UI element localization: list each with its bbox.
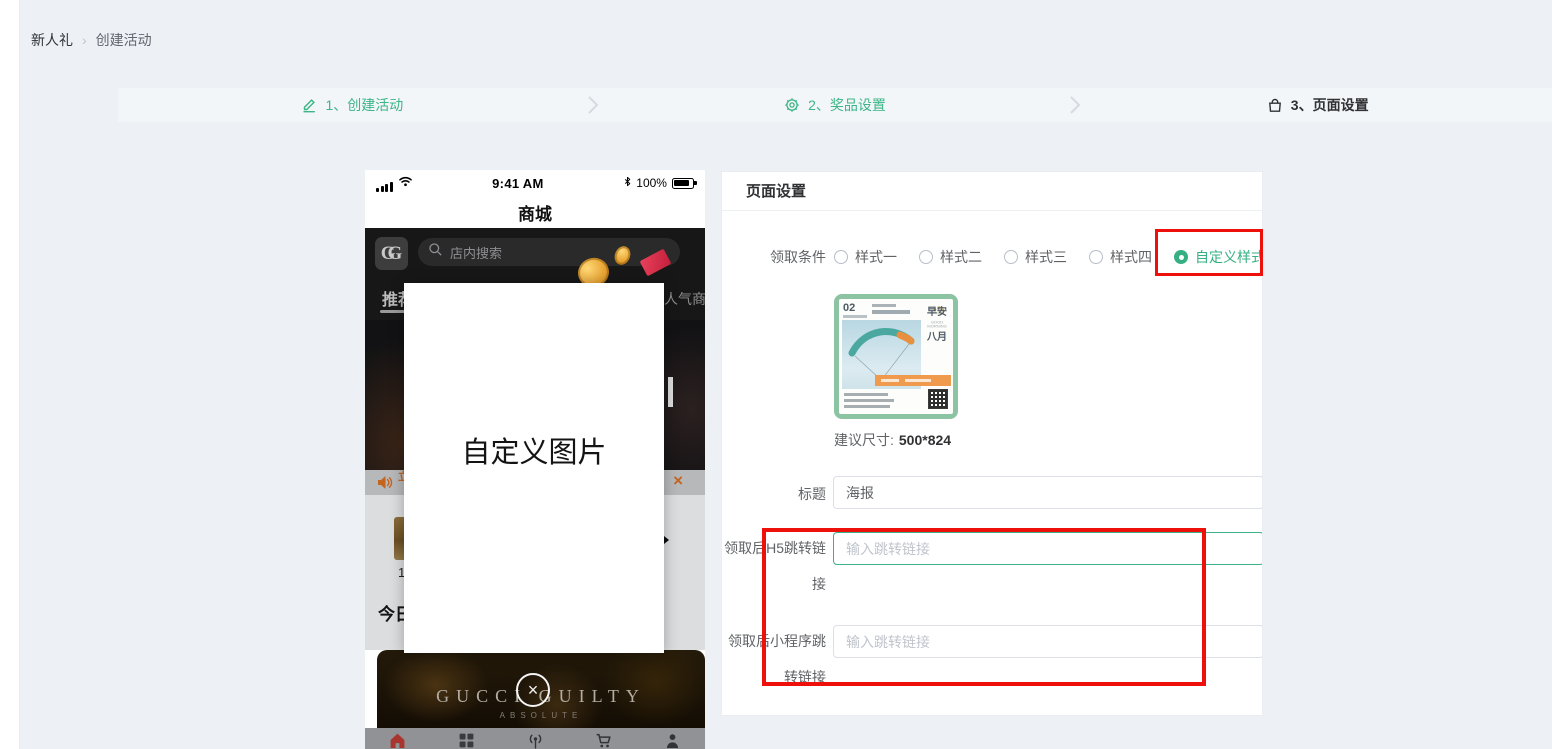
search-icon bbox=[428, 242, 443, 262]
radio-label: 样式二 bbox=[940, 247, 982, 267]
radio-custom-style[interactable]: 自定义样式 bbox=[1174, 247, 1263, 267]
step-create-activity[interactable]: 1、创建活动 bbox=[118, 95, 587, 115]
miniprogram-link-input[interactable] bbox=[833, 625, 1263, 658]
custom-image-modal: 自定义图片 bbox=[404, 283, 664, 653]
radio-label: 样式一 bbox=[855, 247, 897, 267]
app-title: 商城 bbox=[365, 196, 705, 228]
gear-icon bbox=[784, 97, 800, 113]
radio-style-3[interactable]: 样式三 bbox=[1004, 247, 1067, 267]
pencil-icon bbox=[301, 97, 317, 113]
phone-preview: 9:41 AM 100% 商城 GG 店内搜索 推荐 人气商 bbox=[365, 170, 705, 749]
title-field-label: 标题 bbox=[722, 476, 826, 512]
banner-text-fragment bbox=[668, 377, 673, 407]
poster-day: 02 bbox=[843, 303, 855, 314]
modal-close-button[interactable]: × bbox=[516, 673, 550, 707]
h5-link-label: 领取后H5跳转链接 bbox=[722, 530, 826, 602]
poster-greeting-month: 八月 bbox=[925, 332, 949, 343]
breadcrumb-item-gift[interactable]: 新人礼 bbox=[31, 30, 73, 50]
poster-greeting-column: 早安 GOOD MORNING 八月 bbox=[925, 307, 949, 343]
phone-tab-bar bbox=[365, 728, 705, 749]
breadcrumb-item-create: 创建活动 bbox=[96, 30, 152, 50]
status-time: 9:41 AM bbox=[492, 176, 543, 191]
gucci-banner-subtitle: ABSOLUTE bbox=[500, 711, 583, 720]
categories-tab-icon[interactable] bbox=[458, 732, 475, 749]
page: 新人礼 › 创建活动 1、创建活动 2、奖品设置 3、页面设置 9:41 AM bbox=[0, 0, 1552, 749]
radio-style-1[interactable]: 样式一 bbox=[834, 247, 897, 267]
step-separator-icon bbox=[1069, 95, 1083, 115]
step-separator-icon bbox=[587, 95, 601, 115]
bluetooth-icon bbox=[623, 175, 632, 191]
custom-image-placeholder-text: 自定义图片 bbox=[404, 429, 664, 471]
breadcrumb: 新人礼 › 创建活动 bbox=[31, 30, 152, 50]
profile-tab-icon[interactable] bbox=[664, 732, 681, 749]
poster-caption-line bbox=[844, 399, 894, 402]
suggested-size-label: 建议尺寸: bbox=[834, 432, 894, 448]
suggested-size-value: 500*824 bbox=[899, 432, 951, 448]
broadcast-tab-icon[interactable] bbox=[527, 732, 544, 749]
step-label: 3、页面设置 bbox=[1291, 95, 1369, 115]
h5-link-input[interactable] bbox=[833, 532, 1263, 565]
poster-note-line bbox=[872, 310, 910, 314]
page-settings-panel: 页面设置 领取条件 样式一 样式二 样式三 样式四 自定义样式 02 bbox=[721, 171, 1263, 716]
signal-icon bbox=[376, 182, 393, 192]
panel-title: 页面设置 bbox=[722, 172, 1262, 211]
left-sidebar-strip bbox=[0, 0, 20, 749]
cart-tab-icon[interactable] bbox=[595, 732, 612, 749]
home-tab-icon[interactable] bbox=[389, 732, 406, 749]
radio-icon[interactable] bbox=[919, 250, 933, 264]
suggested-size: 建议尺寸: 500*824 bbox=[834, 430, 951, 450]
radio-label: 样式四 bbox=[1110, 247, 1152, 267]
radio-icon[interactable] bbox=[1089, 250, 1103, 264]
step-prize-settings[interactable]: 2、奖品设置 bbox=[601, 95, 1070, 115]
title-input[interactable] bbox=[833, 476, 1263, 509]
radio-icon-selected[interactable] bbox=[1174, 250, 1188, 264]
step-label: 2、奖品设置 bbox=[808, 95, 886, 115]
poster-caption-line bbox=[844, 405, 890, 408]
wizard-stepper: 1、创建活动 2、奖品设置 3、页面设置 bbox=[118, 88, 1552, 122]
step-page-settings[interactable]: 3、页面设置 bbox=[1083, 95, 1552, 115]
battery-percent: 100% bbox=[636, 176, 667, 190]
poster-date-line bbox=[843, 315, 867, 318]
speaker-icon bbox=[376, 474, 394, 491]
tab-hot-products[interactable]: 人气商 bbox=[664, 289, 705, 309]
battery-icon bbox=[672, 178, 694, 189]
poster-note-line bbox=[872, 304, 896, 307]
poster-ribbon bbox=[875, 375, 951, 386]
style-radio-group: 样式一 样式二 样式三 样式四 自定义样式 bbox=[834, 239, 1263, 275]
poster-caption-line bbox=[844, 393, 888, 396]
store-search-placeholder: 店内搜索 bbox=[450, 243, 502, 262]
radio-icon[interactable] bbox=[834, 250, 848, 264]
phone-status-bar: 9:41 AM 100% bbox=[365, 170, 705, 196]
bag-icon bbox=[1267, 97, 1283, 113]
poster-image: 02 早安 GOOD MORNING 八月 bbox=[839, 299, 953, 414]
radio-label: 样式三 bbox=[1025, 247, 1067, 267]
radio-label: 自定义样式 bbox=[1195, 247, 1263, 267]
poster-greeting-zh: 早安 bbox=[925, 307, 949, 318]
poster-thumbnail[interactable]: 02 早安 GOOD MORNING 八月 bbox=[834, 294, 958, 419]
poster-qr-code bbox=[928, 389, 948, 409]
miniprogram-link-label: 领取后小程序跳转链接 bbox=[722, 623, 826, 695]
radio-icon[interactable] bbox=[1004, 250, 1018, 264]
radio-style-2[interactable]: 样式二 bbox=[919, 247, 982, 267]
condition-label: 领取条件 bbox=[722, 239, 826, 275]
notice-close-icon[interactable]: × bbox=[673, 471, 683, 491]
step-label: 1、创建活动 bbox=[325, 95, 403, 115]
wifi-icon bbox=[398, 174, 413, 192]
store-logo: GG bbox=[375, 237, 408, 270]
poster-greeting-en: GOOD MORNING bbox=[927, 321, 946, 329]
chevron-right-icon: › bbox=[82, 32, 87, 48]
radio-style-4[interactable]: 样式四 bbox=[1089, 247, 1152, 267]
